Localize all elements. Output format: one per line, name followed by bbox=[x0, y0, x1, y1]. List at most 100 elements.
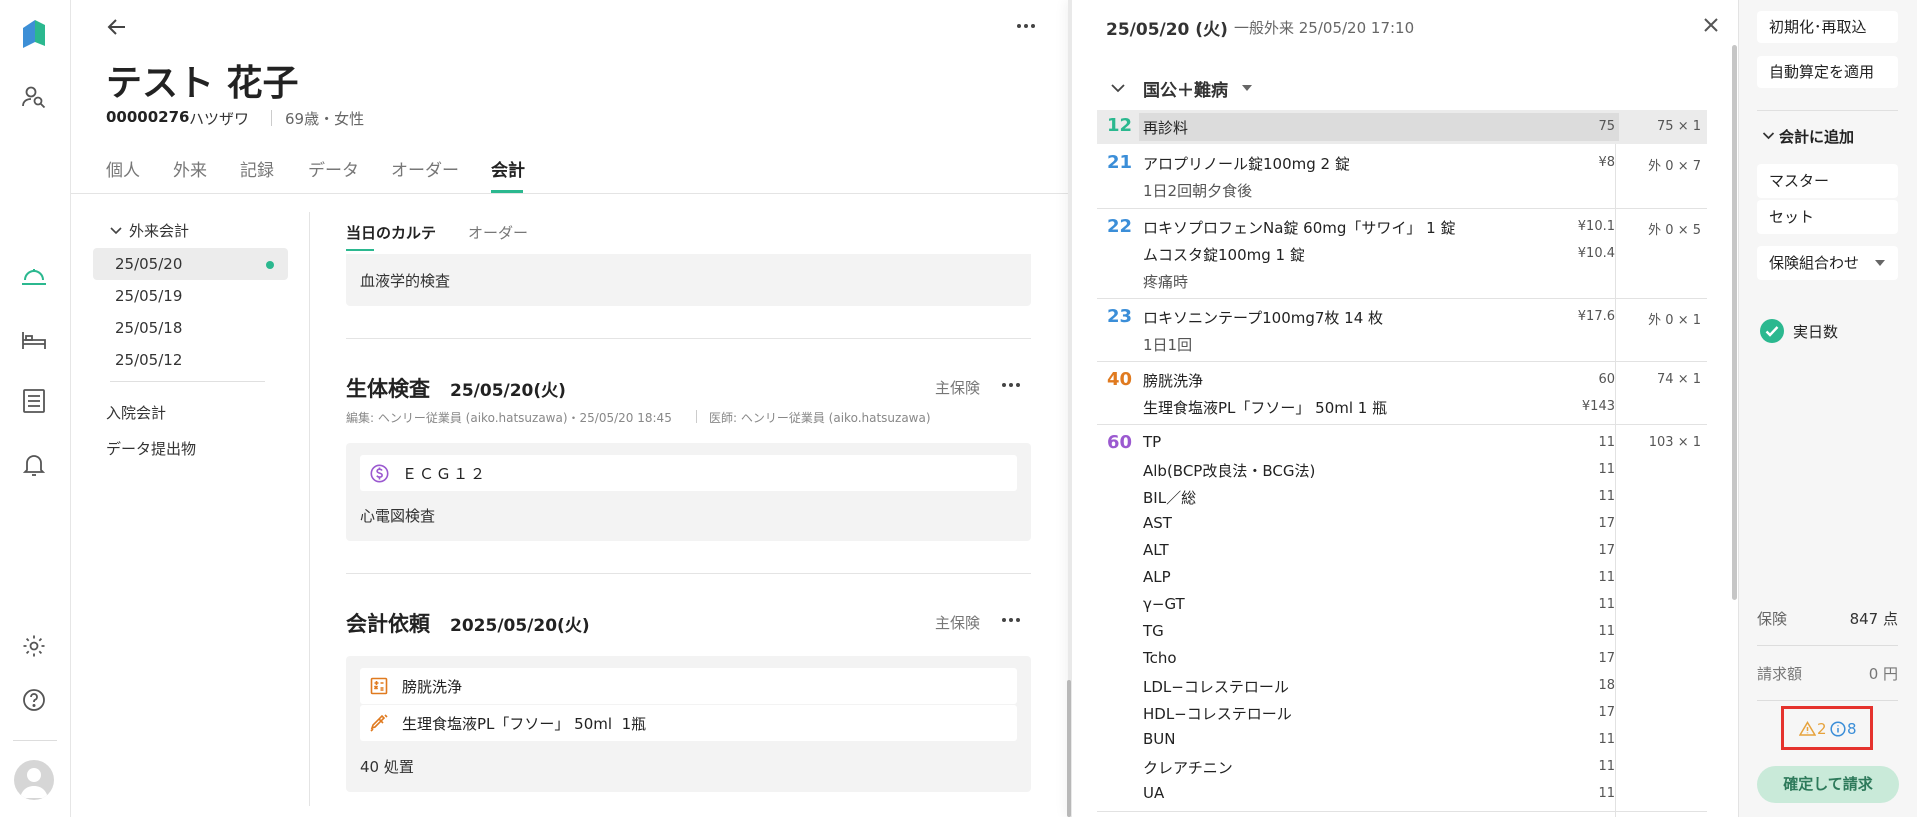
physio-title: 生体検査 bbox=[346, 377, 430, 401]
lab-test-name: TP bbox=[1143, 433, 1162, 451]
lab-test-price: 11 bbox=[1598, 759, 1615, 774]
lab-test-price: 11 bbox=[1598, 786, 1615, 801]
category-number: 21 bbox=[1107, 152, 1133, 173]
billing-row-12[interactable]: 12 再診料 75 75 × 1 bbox=[1097, 110, 1707, 144]
billing-item[interactable]: 膀胱洗浄 bbox=[360, 668, 1017, 704]
left-scrollbar[interactable] bbox=[1067, 680, 1071, 817]
billing-row-23[interactable]: 23 ロキソニンテープ100mg7枚 14 枚 ¥17.6 外 0 × 1 1日… bbox=[1097, 302, 1707, 360]
lab-test-price: 11 bbox=[1598, 489, 1615, 504]
item-usage: 1日2回朝夕食後 bbox=[1143, 182, 1253, 200]
date-item[interactable]: 25/05/12 bbox=[93, 344, 288, 376]
reception-icon[interactable] bbox=[19, 261, 49, 291]
outpatient-billing-group[interactable]: 外来会計 bbox=[109, 220, 259, 242]
reset-reload-button[interactable]: 初期化･再取込 bbox=[1757, 11, 1898, 43]
chevron-down-icon bbox=[110, 227, 122, 235]
lab-test-name: Alb(BCP改良法・BCG法) bbox=[1143, 462, 1316, 480]
checkbox-checked-icon[interactable] bbox=[1760, 319, 1784, 343]
insurance-points-value: 847 点 bbox=[1849, 610, 1898, 628]
tab-personal[interactable]: 個人 bbox=[106, 156, 140, 181]
patient-age-sex: 69歳・女性 bbox=[285, 110, 365, 128]
confirm-and-bill-button[interactable]: 確定して請求 bbox=[1757, 766, 1899, 803]
card-more-icon[interactable] bbox=[1000, 613, 1022, 627]
action-sidebar bbox=[1738, 0, 1917, 817]
back-arrow-icon[interactable] bbox=[105, 15, 129, 39]
billing-note: 40 処置 bbox=[360, 758, 414, 776]
syringe-icon bbox=[370, 714, 388, 732]
date-item-active[interactable]: 25/05/20 bbox=[93, 248, 288, 280]
divider bbox=[110, 381, 265, 382]
billing-item[interactable]: 生理食塩液PL「フソー」 50ml 1瓶 bbox=[360, 705, 1017, 741]
tab-outpatient[interactable]: 外来 bbox=[173, 156, 207, 181]
category-number: 60 bbox=[1107, 432, 1133, 453]
user-avatar-icon[interactable] bbox=[14, 760, 54, 800]
billing-row-21[interactable]: 21 アロプリノール錠100mg 2 錠 ¥8 外 0 × 7 1日2回朝夕食後 bbox=[1097, 148, 1707, 206]
bed-icon[interactable] bbox=[19, 325, 49, 355]
tab-divider bbox=[71, 193, 1070, 194]
item-usage: 1日1回 bbox=[1143, 336, 1193, 354]
master-button[interactable]: マスター bbox=[1757, 164, 1898, 198]
insurance-group-toggle[interactable]: 国公＋難病 bbox=[1110, 78, 1300, 101]
inpatient-billing-link[interactable]: 入院会計 bbox=[106, 402, 166, 423]
patient-name: テスト 花子 bbox=[106, 63, 299, 104]
gear-icon[interactable] bbox=[19, 631, 49, 661]
column-divider bbox=[309, 212, 310, 806]
row-divider bbox=[1097, 298, 1707, 299]
tab-today-chart[interactable]: 当日のカルテ bbox=[346, 222, 436, 243]
billing-item-name: 生理食塩液PL「フソー」 50ml 1瓶 bbox=[402, 715, 647, 733]
item-qty: 外 0 × 7 bbox=[1648, 159, 1701, 174]
tab-records[interactable]: 記録 bbox=[240, 156, 274, 181]
tab-orders-inner[interactable]: オーダー bbox=[468, 222, 528, 243]
insurance-label: 主保険 bbox=[935, 379, 981, 397]
bell-icon[interactable] bbox=[19, 450, 49, 480]
divider bbox=[1757, 700, 1898, 701]
patient-search-icon[interactable] bbox=[19, 82, 49, 112]
patient-kana: ハツザワ bbox=[189, 110, 250, 128]
caret-down-icon bbox=[1242, 85, 1252, 91]
lab-test-price: 11 bbox=[1598, 597, 1615, 612]
billing-row-40[interactable]: 40 膀胱洗浄 60 74 × 1 生理食塩液PL「フソー」 50ml 1 瓶 … bbox=[1097, 365, 1707, 423]
billing-card: 膀胱洗浄 生理食塩液PL「フソー」 50ml 1瓶 40 処置 bbox=[346, 656, 1031, 792]
lab-test-price: 11 bbox=[1598, 462, 1615, 477]
more-menu-icon[interactable] bbox=[1015, 18, 1037, 34]
category-number: 12 bbox=[1107, 115, 1133, 136]
divider bbox=[1757, 110, 1898, 111]
tab-accounting[interactable]: 会計 bbox=[491, 156, 525, 181]
status-dot bbox=[266, 261, 274, 269]
apply-auto-calc-button[interactable]: 自動算定を適用 bbox=[1757, 56, 1898, 88]
exam-item[interactable]: ＥＣＧ１２ bbox=[360, 455, 1017, 491]
help-icon[interactable] bbox=[19, 685, 49, 715]
drawer-date: 25/05/20 (火) bbox=[1106, 20, 1228, 40]
tab-data[interactable]: データ bbox=[308, 156, 359, 181]
insurance-combo-select[interactable]: 保険組合わせ bbox=[1757, 246, 1898, 280]
lab-test-name: ALP bbox=[1143, 568, 1171, 586]
billing-row-22[interactable]: 22 ロキソプロフェンNa錠 60mg「サワイ」 1 錠 ¥10.1 外 0 ×… bbox=[1097, 212, 1707, 297]
lab-test-name: ALT bbox=[1143, 541, 1169, 559]
lab-test-name: AST bbox=[1143, 514, 1172, 532]
close-icon[interactable] bbox=[1700, 14, 1722, 36]
billing-row-60[interactable]: 60 103 × 1 TP 11 Alb(BCP改良法・BCG法) 11 BIL／総 11… bbox=[1097, 428, 1707, 817]
list-icon[interactable] bbox=[19, 386, 49, 416]
app-rail bbox=[0, 0, 71, 817]
date-item[interactable]: 25/05/19 bbox=[93, 280, 288, 312]
lab-test-name: TG bbox=[1143, 622, 1164, 640]
card-more-icon[interactable] bbox=[1000, 378, 1022, 392]
alerts-indicator-box[interactable]: 2 8 bbox=[1781, 706, 1873, 750]
set-button[interactable]: セット bbox=[1757, 200, 1898, 234]
category-number: 22 bbox=[1107, 216, 1133, 237]
logo-icon[interactable] bbox=[19, 19, 49, 49]
billed-amount-value: 0 円 bbox=[1868, 665, 1898, 683]
item-price: ¥143 bbox=[1581, 399, 1615, 414]
drawer-scrollbar[interactable] bbox=[1732, 45, 1737, 600]
item-qty: 外 0 × 1 bbox=[1648, 313, 1701, 328]
physio-date: 25/05/20(火) bbox=[450, 381, 566, 401]
date-item[interactable]: 25/05/18 bbox=[93, 312, 288, 344]
exam-note: 心電図検査 bbox=[360, 507, 436, 525]
add-to-billing-toggle[interactable]: 会計に追加 bbox=[1762, 126, 1892, 148]
tab-orders[interactable]: オーダー bbox=[391, 156, 459, 181]
item-name: 膀胱洗浄 bbox=[1143, 372, 1204, 390]
data-submissions-link[interactable]: データ提出物 bbox=[106, 438, 196, 459]
lab-test-price: 17 bbox=[1598, 705, 1615, 720]
lab-test-name: BIL／総 bbox=[1143, 489, 1197, 507]
drawer-visit: 一般外来 25/05/20 17:10 bbox=[1234, 19, 1415, 37]
item-price: 75 bbox=[1598, 119, 1615, 134]
